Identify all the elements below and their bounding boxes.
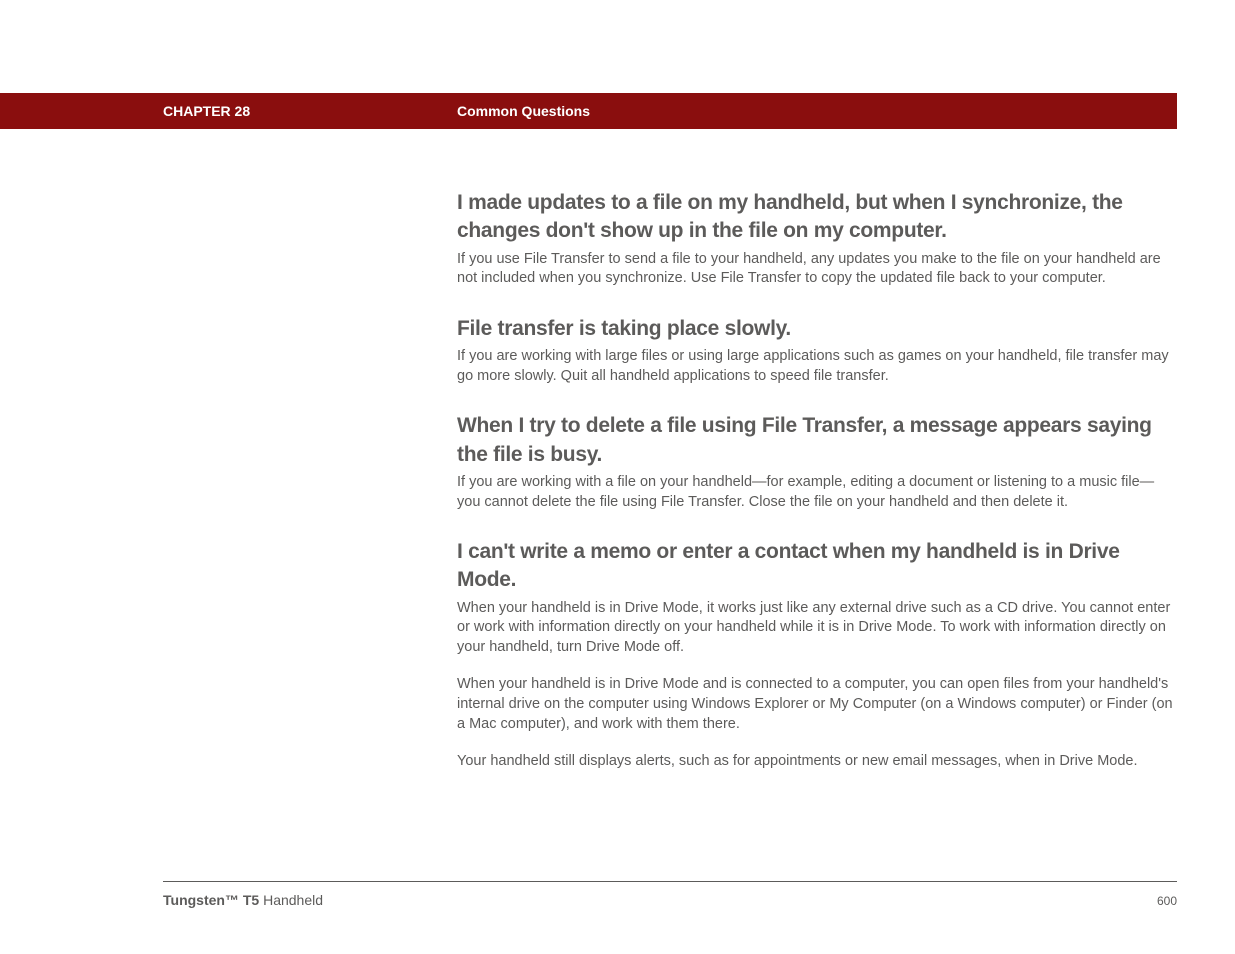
qa-block: I can't write a memo or enter a contact … xyxy=(457,538,1177,772)
qa-block: When I try to delete a file using File T… xyxy=(457,412,1177,512)
qa-body: Your handheld still displays alerts, suc… xyxy=(457,752,1177,772)
qa-body: If you are working with large files or u… xyxy=(457,347,1177,386)
content-area: I made updates to a file on my handheld,… xyxy=(457,189,1177,796)
qa-body: If you are working with a file on your h… xyxy=(457,473,1177,512)
footer-product: Tungsten™ T5 Handheld xyxy=(163,892,323,908)
section-title: Common Questions xyxy=(457,103,590,119)
qa-heading: I made updates to a file on my handheld,… xyxy=(457,189,1177,246)
qa-heading: File transfer is taking place slowly. xyxy=(457,315,1177,343)
footer-product-rest: Handheld xyxy=(259,892,323,908)
qa-heading: When I try to delete a file using File T… xyxy=(457,412,1177,469)
header-bar: CHAPTER 28 Common Questions xyxy=(0,93,1177,129)
footer-page-number: 600 xyxy=(1157,894,1177,908)
qa-body: When your handheld is in Drive Mode and … xyxy=(457,675,1177,734)
qa-body: If you use File Transfer to send a file … xyxy=(457,250,1177,289)
qa-body: When your handheld is in Drive Mode, it … xyxy=(457,599,1177,658)
footer: Tungsten™ T5 Handheld 600 xyxy=(163,881,1177,908)
chapter-label: CHAPTER 28 xyxy=(163,103,250,119)
qa-heading: I can't write a memo or enter a contact … xyxy=(457,538,1177,595)
qa-block: File transfer is taking place slowly. If… xyxy=(457,315,1177,386)
qa-block: I made updates to a file on my handheld,… xyxy=(457,189,1177,289)
footer-product-bold: Tungsten™ T5 xyxy=(163,892,259,908)
